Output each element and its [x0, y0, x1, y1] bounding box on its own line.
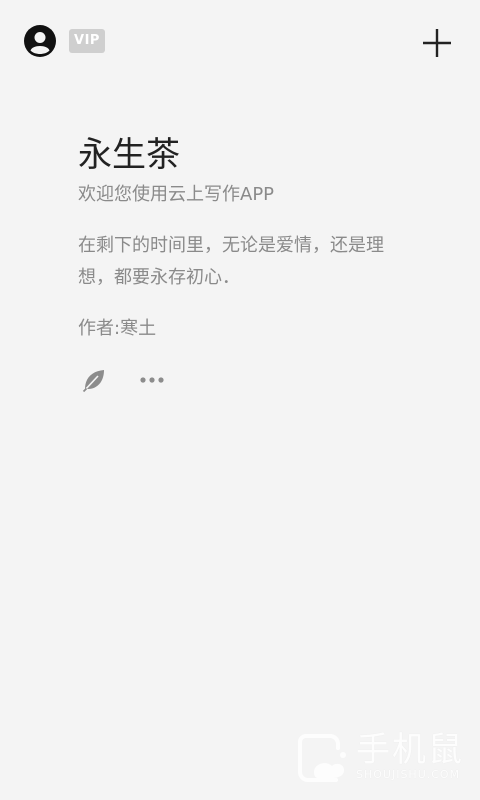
article-quote: 在剩下的时间里，无论是爱情，还是理想，都要永存初心．: [78, 235, 384, 288]
article-card: 永生茶 欢迎您使用云上写作APP 在剩下的时间里，无论是爱情，还是理想，都要永存…: [78, 132, 418, 342]
user-avatar-icon[interactable]: [24, 25, 56, 57]
more-dots-icon[interactable]: [138, 366, 166, 394]
watermark-subtext: SHOUJISHU.COM: [356, 768, 461, 781]
welcome-subtitle: 欢迎您使用云上写作APP: [78, 184, 275, 205]
watermark: 手机鼠 SHOUJISHU.COM: [296, 728, 466, 788]
vip-badge[interactable]: VIP: [69, 29, 105, 53]
author-label: 作者:寒土: [78, 318, 157, 339]
watermark-logo-icon: [298, 734, 346, 782]
plus-icon[interactable]: [421, 27, 453, 59]
article-title: 永生茶: [78, 135, 180, 175]
card-actions: [78, 364, 198, 396]
top-bar: VIP: [0, 0, 480, 84]
watermark-text: 手机鼠: [356, 730, 464, 770]
leaf-icon[interactable]: [80, 366, 108, 394]
